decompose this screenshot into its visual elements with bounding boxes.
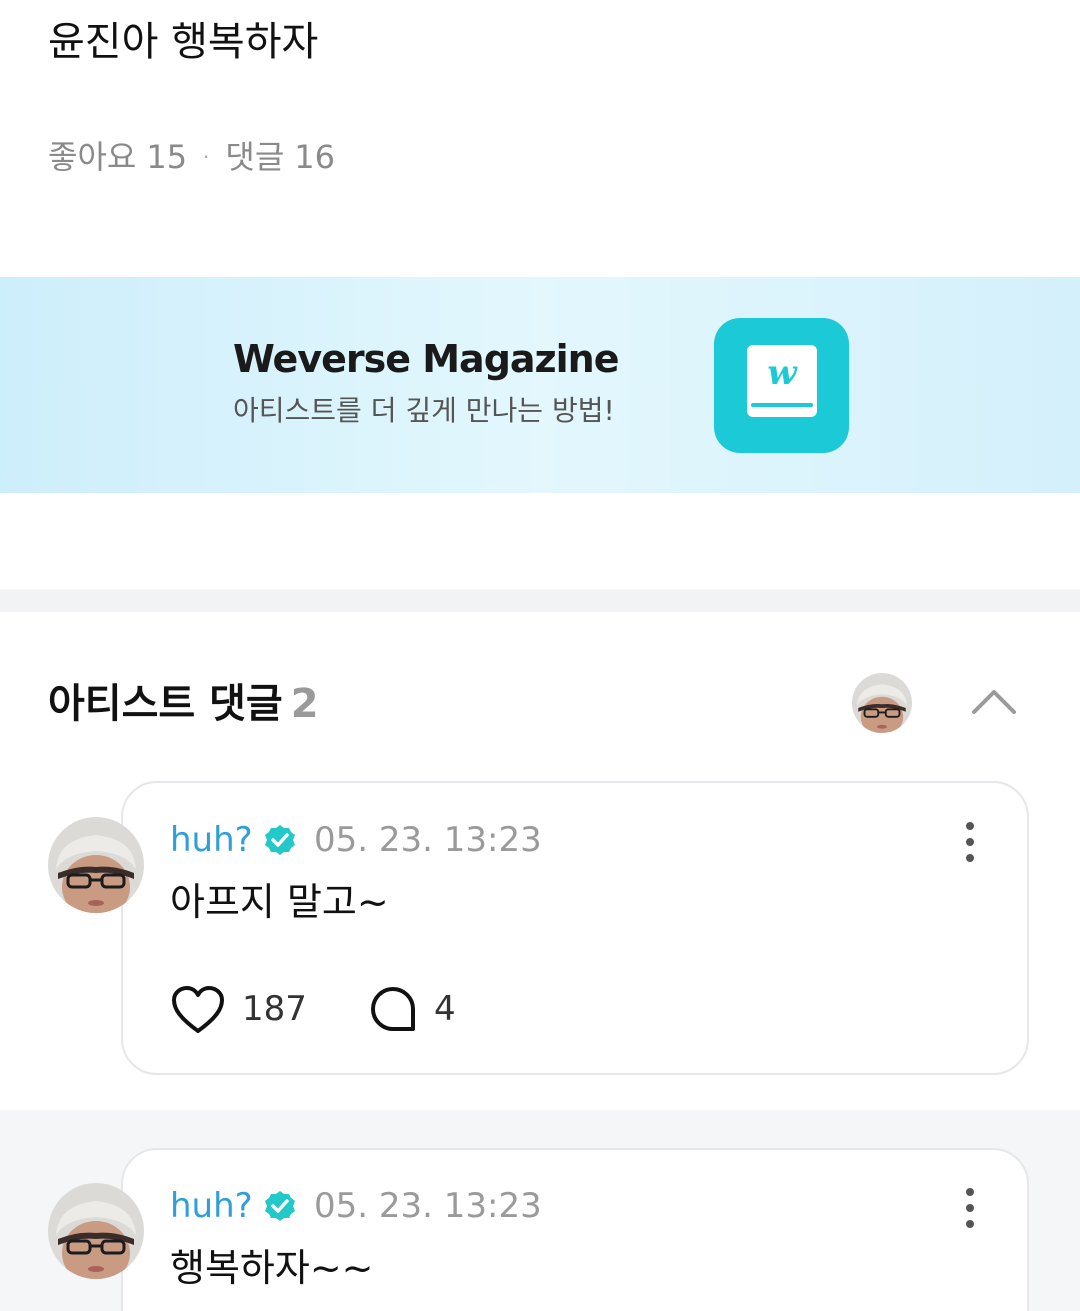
verified-badge-icon: [264, 1191, 295, 1221]
comment-time: 05. 23. 13:23: [314, 820, 542, 860]
author-name[interactable]: huh?: [170, 1184, 253, 1228]
comments-label[interactable]: 댓글: [225, 134, 284, 180]
comment-time: 05. 23. 13:23: [314, 1186, 542, 1226]
post-stats: 좋아요 15 · 댓글 16: [48, 134, 335, 180]
author-name[interactable]: huh?: [170, 818, 253, 862]
weverse-magazine-banner[interactable]: [0, 277, 1080, 493]
more-options-icon[interactable]: [956, 820, 984, 864]
post-title: 윤진아 행복하자: [48, 19, 319, 65]
likes-count[interactable]: 15: [146, 134, 187, 180]
post-detail-page: 윤진아 행복하자 좋아요 15 · 댓글 16 Weverse Magazine…: [0, 0, 1080, 1311]
comments-count[interactable]: 16: [294, 134, 335, 180]
artist-comments-title: 아티스트 댓글 2: [48, 676, 319, 732]
comment-text: 행복하자~~: [170, 1246, 374, 1290]
avatar[interactable]: [48, 817, 144, 913]
reply-count[interactable]: 4: [434, 987, 456, 1031]
likes-label[interactable]: 좋아요: [48, 134, 136, 180]
artist-comments-count: 2: [290, 681, 319, 727]
like-count[interactable]: 187: [242, 987, 307, 1031]
comment-text: 아프지 말고~: [170, 880, 389, 924]
more-options-icon[interactable]: [956, 1186, 984, 1230]
comment-author[interactable]: huh?: [170, 1184, 297, 1228]
artist-comments-label: 아티스트 댓글: [48, 681, 283, 727]
banner-subtitle: 아티스트를 더 깊게 만나는 방법!: [233, 394, 615, 427]
comment-author[interactable]: huh?: [170, 818, 297, 862]
chevron-up-icon[interactable]: [968, 682, 1020, 722]
verified-badge-icon: [264, 825, 295, 855]
section-divider: [0, 589, 1080, 612]
artist-avatar[interactable]: [852, 673, 912, 733]
app-letter: w: [767, 353, 797, 393]
avatar[interactable]: [48, 1183, 144, 1279]
book-icon: w: [747, 345, 817, 417]
reply-bubble-icon[interactable]: [368, 985, 418, 1035]
banner-title: Weverse Magazine: [233, 337, 620, 381]
meta-separator: ·: [203, 145, 210, 169]
weverse-magazine-app-icon: w: [714, 318, 849, 453]
heart-icon[interactable]: [170, 984, 226, 1036]
